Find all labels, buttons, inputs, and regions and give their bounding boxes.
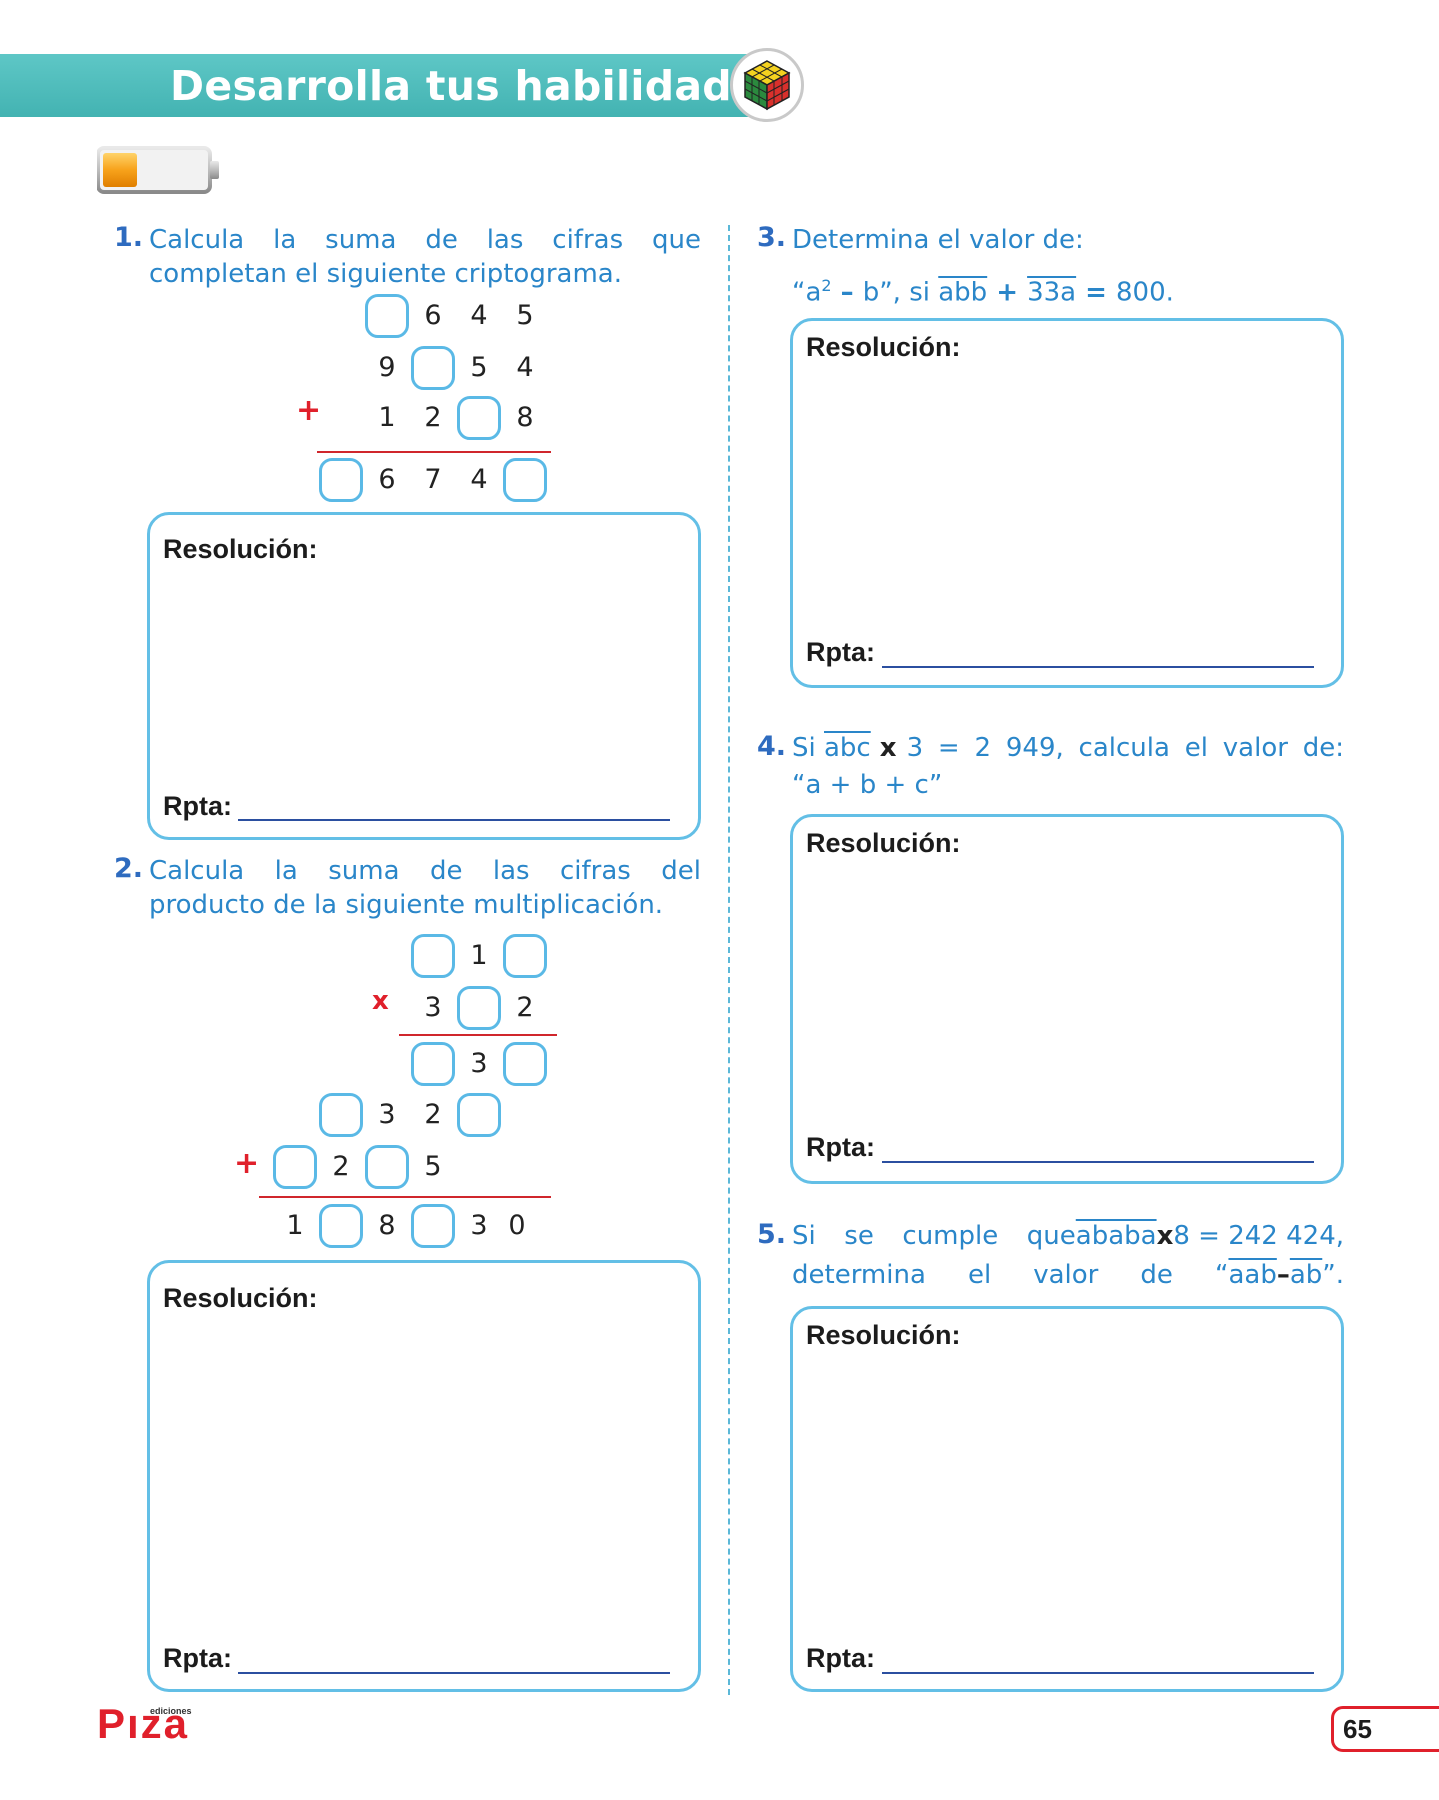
digit-box[interactable] bbox=[457, 396, 501, 440]
digit-box[interactable] bbox=[503, 458, 547, 502]
sum-line bbox=[259, 1196, 551, 1198]
page-title: Desarrolla tus habilidades bbox=[170, 62, 785, 110]
digit-box[interactable] bbox=[365, 294, 409, 338]
answer-label: Rpta: bbox=[806, 637, 875, 667]
sum-line bbox=[317, 451, 551, 453]
problem-3-text-line1: Determina el valor de: bbox=[792, 225, 1084, 255]
digit-box[interactable] bbox=[457, 1093, 501, 1137]
digit: 4 bbox=[470, 300, 488, 331]
problem-1-number: 1. bbox=[114, 222, 144, 253]
problem-1-text-line2: completan el siguiente criptograma. bbox=[149, 259, 622, 289]
resolution-label: Resolución: bbox=[806, 828, 961, 858]
answer-line[interactable] bbox=[882, 666, 1314, 668]
digit-box[interactable] bbox=[457, 986, 501, 1030]
problem-4-text-line1: Si abc x 3 = 2 949, calcula el valor de: bbox=[792, 733, 1344, 763]
digit: 2 bbox=[424, 1099, 442, 1130]
digit: 4 bbox=[470, 464, 488, 495]
digit-box[interactable] bbox=[411, 1204, 455, 1248]
digit: 0 bbox=[508, 1210, 526, 1241]
resolution-box-2[interactable] bbox=[147, 1260, 701, 1692]
digit: 3 bbox=[424, 992, 442, 1023]
problem-3-text-line2: “a2 – b”, si abb + 33a = 800. bbox=[792, 276, 1174, 308]
product-line bbox=[399, 1034, 557, 1036]
rubiks-cube-icon bbox=[730, 48, 804, 122]
digit-box[interactable] bbox=[319, 1093, 363, 1137]
digit: 9 bbox=[378, 352, 396, 383]
digit: 1 bbox=[286, 1210, 304, 1241]
resolution-label: Resolución: bbox=[163, 1283, 318, 1313]
answer-label: Rpta: bbox=[806, 1643, 875, 1673]
digit: 1 bbox=[378, 402, 396, 433]
publisher-logo-small: ediciones bbox=[150, 1706, 192, 1716]
digit: 3 bbox=[470, 1048, 488, 1079]
digit: 2 bbox=[424, 402, 442, 433]
digit-box[interactable] bbox=[503, 1042, 547, 1086]
digit: 5 bbox=[424, 1151, 442, 1182]
resolution-box-4[interactable] bbox=[790, 814, 1344, 1184]
answer-line[interactable] bbox=[238, 1672, 670, 1674]
problem-2-text-line1: Calcula la suma de las cifras del bbox=[149, 856, 701, 886]
plus-operator: + bbox=[296, 393, 322, 428]
digit-box[interactable] bbox=[503, 934, 547, 978]
digit: 7 bbox=[424, 464, 442, 495]
problem-1-text-line1: Calcula la suma de las cifras que bbox=[149, 225, 701, 255]
problem-2-text-line2: producto de la siguiente multiplicación. bbox=[149, 890, 664, 920]
problem-5-text-line1: Si se cumple que ababa x 8 = 242 424, bbox=[792, 1221, 1344, 1251]
times-operator: x bbox=[372, 986, 389, 1016]
resolution-label: Resolución: bbox=[806, 1320, 961, 1350]
answer-label: Rpta: bbox=[163, 791, 232, 821]
digit-box[interactable] bbox=[411, 346, 455, 390]
answer-line[interactable] bbox=[882, 1672, 1314, 1674]
battery-icon bbox=[97, 146, 219, 194]
answer-line[interactable] bbox=[238, 819, 670, 821]
digit: 4 bbox=[516, 352, 534, 383]
digit-box[interactable] bbox=[411, 1042, 455, 1086]
digit: 5 bbox=[516, 300, 534, 331]
digit-box[interactable] bbox=[273, 1145, 317, 1189]
problem-5-number: 5. bbox=[757, 1219, 787, 1250]
resolution-box-5[interactable] bbox=[790, 1306, 1344, 1692]
digit: 8 bbox=[516, 402, 534, 433]
digit: 8 bbox=[378, 1210, 396, 1241]
digit: 6 bbox=[424, 300, 442, 331]
problem-4-number: 4. bbox=[757, 731, 787, 762]
page-number: 65 bbox=[1343, 1714, 1372, 1744]
resolution-box-3[interactable] bbox=[790, 318, 1344, 688]
column-divider bbox=[728, 225, 730, 1695]
answer-line[interactable] bbox=[882, 1161, 1314, 1163]
digit-box[interactable] bbox=[411, 934, 455, 978]
digit: 2 bbox=[332, 1151, 350, 1182]
digit: 3 bbox=[470, 1210, 488, 1241]
plus-operator: + bbox=[234, 1146, 260, 1181]
digit: 3 bbox=[378, 1099, 396, 1130]
digit: 2 bbox=[516, 992, 534, 1023]
resolution-label: Resolución: bbox=[163, 534, 318, 564]
problem-3-number: 3. bbox=[757, 222, 787, 253]
problem-5-text-line2: determina el valor de “aab – ab”. bbox=[792, 1260, 1344, 1290]
digit: 5 bbox=[470, 352, 488, 383]
resolution-label: Resolución: bbox=[806, 332, 961, 362]
digit-box[interactable] bbox=[319, 458, 363, 502]
problem-4-text-line2: “a + b + c” bbox=[792, 770, 943, 800]
answer-label: Rpta: bbox=[806, 1132, 875, 1162]
problem-2-number: 2. bbox=[114, 853, 144, 884]
digit: 1 bbox=[470, 940, 488, 971]
digit-box[interactable] bbox=[365, 1145, 409, 1189]
digit-box[interactable] bbox=[319, 1204, 363, 1248]
answer-label: Rpta: bbox=[163, 1643, 232, 1673]
digit: 6 bbox=[378, 464, 396, 495]
